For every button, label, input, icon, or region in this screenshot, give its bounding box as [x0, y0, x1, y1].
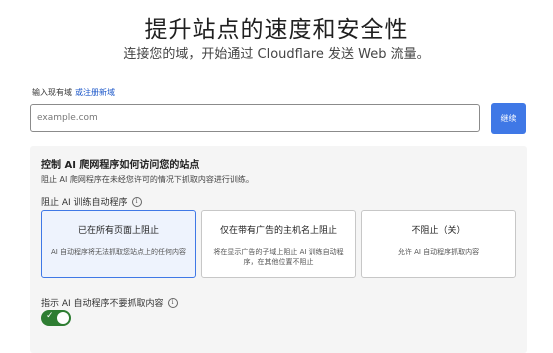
- register-domain-link[interactable]: 或注册新域: [75, 88, 115, 97]
- option-title: 不阻止（关）: [411, 226, 466, 236]
- domain-label: 输入现有域: [32, 88, 72, 97]
- check-icon: ✓: [46, 311, 54, 321]
- ai-panel-description: 阻止 AI 爬网程序在未经您许可的情况下抓取内容进行训练。: [41, 175, 254, 184]
- option-block-all[interactable]: 已在所有页面上阻止 AI 自动程序将无法抓取您站点上的任何内容: [41, 210, 196, 278]
- option-block-ads-hostnames[interactable]: 仅在带有广告的主机名上阻止 将在显示广告的子域上阻止 AI 训练自动程序，在其他…: [201, 210, 356, 278]
- option-description: AI 自动程序将无法抓取您站点上的任何内容: [50, 248, 187, 256]
- block-ai-training-text: 阻止 AI 训练自动程序: [41, 198, 128, 208]
- domain-input[interactable]: [30, 104, 480, 132]
- ai-directive-text: 指示 AI 自动程序不要抓取内容: [41, 299, 164, 309]
- option-do-not-block[interactable]: 不阻止（关） 允许 AI 自动程序抓取内容: [361, 210, 516, 278]
- option-description: 允许 AI 自动程序抓取内容: [397, 248, 480, 256]
- continue-button[interactable]: 继续: [491, 103, 526, 134]
- info-icon[interactable]: i: [167, 297, 178, 308]
- ai-directive-toggle[interactable]: ✓: [41, 310, 71, 326]
- ai-panel-title: 控制 AI 爬网程序如何访问您的站点: [41, 160, 200, 171]
- info-icon[interactable]: i: [131, 196, 142, 207]
- block-ai-training-label: 阻止 AI 训练自动程序 i: [41, 195, 142, 208]
- toggle-knob: [57, 312, 69, 324]
- option-description: 将在显示广告的子域上阻止 AI 训练自动程序，在其他位置不阻止: [213, 248, 344, 266]
- ai-crawler-panel: 控制 AI 爬网程序如何访问您的站点 阻止 AI 爬网程序在未经您许可的情况下抓…: [30, 146, 527, 353]
- ai-directive-label: 指示 AI 自动程序不要抓取内容 i: [41, 296, 178, 309]
- option-title: 仅在带有广告的主机名上阻止: [219, 226, 337, 236]
- option-title: 已在所有页面上阻止: [77, 226, 159, 236]
- domain-label-row: 输入现有域 或注册新域: [32, 87, 115, 98]
- page-subtitle: 连接您的域，开始通过 Cloudflare 发送 Web 流量。: [123, 47, 430, 62]
- page-title: 提升站点的速度和安全性: [144, 17, 409, 43]
